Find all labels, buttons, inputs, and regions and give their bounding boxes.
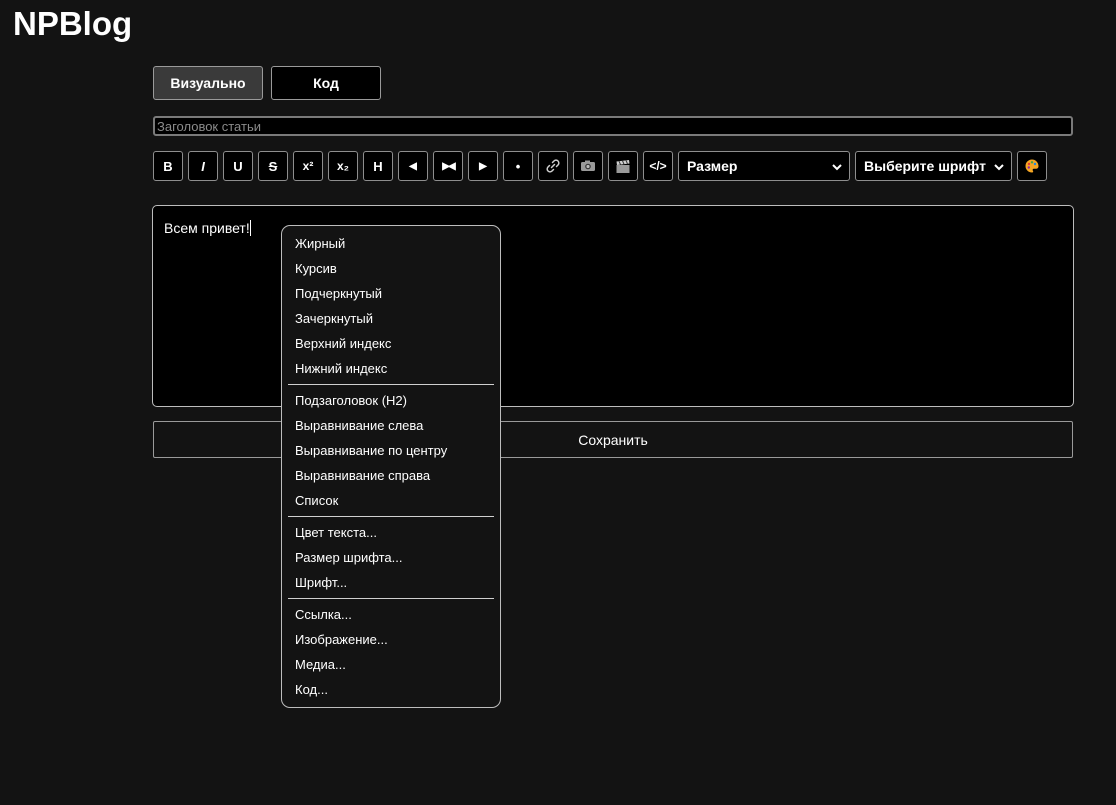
code-button[interactable]: </> (643, 151, 673, 181)
article-title-input[interactable] (153, 116, 1073, 136)
chevron-down-icon (994, 164, 1004, 171)
code-label: </> (649, 159, 667, 173)
align-center-button[interactable]: ▶◀ (433, 151, 463, 181)
text-caret (249, 220, 251, 236)
menu-separator (288, 598, 494, 599)
menu-item-underline[interactable]: Подчеркнутый (282, 281, 500, 306)
page: NPBlog Визуально Код B I U S x² x₂ H ◀ ▶… (0, 0, 1116, 805)
italic-label: I (201, 158, 205, 174)
font-size-select-value: Размер (687, 158, 738, 174)
italic-button[interactable]: I (188, 151, 218, 181)
heading-label: H (373, 158, 383, 174)
superscript-button[interactable]: x² (293, 151, 323, 181)
strikethrough-button[interactable]: S (258, 151, 288, 181)
media-button[interactable] (608, 151, 638, 181)
menu-item-image[interactable]: Изображение... (282, 627, 500, 652)
align-right-button[interactable]: ▶ (468, 151, 498, 181)
chevron-down-icon (832, 164, 842, 171)
image-button[interactable] (573, 151, 603, 181)
subscript-label: x₂ (336, 159, 349, 173)
menu-item-code[interactable]: Код... (282, 677, 500, 702)
menu-item-font[interactable]: Шрифт... (282, 570, 500, 595)
menu-item-align-right[interactable]: Выравнивание справа (282, 463, 500, 488)
strike-label: S (268, 158, 278, 174)
palette-icon (1025, 159, 1039, 173)
editor-text: Всем привет! (164, 220, 250, 236)
camera-icon (581, 160, 595, 171)
heading-button[interactable]: H (363, 151, 393, 181)
link-button[interactable] (538, 151, 568, 181)
menu-item-italic[interactable]: Курсив (282, 256, 500, 281)
menu-item-text-color[interactable]: Цвет текста... (282, 520, 500, 545)
bold-label: B (163, 158, 173, 174)
list-label: • (515, 158, 521, 174)
menu-item-align-left[interactable]: Выравнивание слева (282, 413, 500, 438)
code-mode-button[interactable]: Код (271, 66, 381, 100)
subscript-button[interactable]: x₂ (328, 151, 358, 181)
menu-item-superscript[interactable]: Верхний индекс (282, 331, 500, 356)
underline-button[interactable]: U (223, 151, 253, 181)
menu-separator (288, 384, 494, 385)
menu-separator (288, 516, 494, 517)
menu-item-media[interactable]: Медиа... (282, 652, 500, 677)
list-button[interactable]: • (503, 151, 533, 181)
menu-item-subheading[interactable]: Подзаголовок (H2) (282, 388, 500, 413)
align-left-label: ◀ (409, 160, 417, 172)
align-right-label: ▶ (479, 160, 487, 172)
font-size-select[interactable]: Размер (678, 151, 850, 181)
underline-label: U (233, 158, 243, 174)
menu-item-strikethrough[interactable]: Зачеркнутый (282, 306, 500, 331)
menu-item-list[interactable]: Список (282, 488, 500, 513)
menu-item-font-size[interactable]: Размер шрифта... (282, 545, 500, 570)
font-family-select-value: Выберите шрифт (864, 158, 986, 174)
bold-button[interactable]: B (153, 151, 183, 181)
site-logo[interactable]: NPBlog (13, 5, 132, 43)
context-menu: Жирный Курсив Подчеркнутый Зачеркнутый В… (281, 225, 501, 708)
clapperboard-icon (616, 159, 630, 173)
menu-item-link[interactable]: Ссылка... (282, 602, 500, 627)
align-center-label: ▶◀ (442, 160, 455, 172)
menu-item-bold[interactable]: Жирный (282, 231, 500, 256)
align-left-button[interactable]: ◀ (398, 151, 428, 181)
menu-item-subscript[interactable]: Нижний индекс (282, 356, 500, 381)
text-color-button[interactable] (1017, 151, 1047, 181)
font-family-select[interactable]: Выберите шрифт (855, 151, 1012, 181)
link-icon (546, 159, 560, 173)
menu-item-align-center[interactable]: Выравнивание по центру (282, 438, 500, 463)
visual-mode-button[interactable]: Визуально (153, 66, 263, 100)
superscript-label: x² (302, 159, 314, 173)
